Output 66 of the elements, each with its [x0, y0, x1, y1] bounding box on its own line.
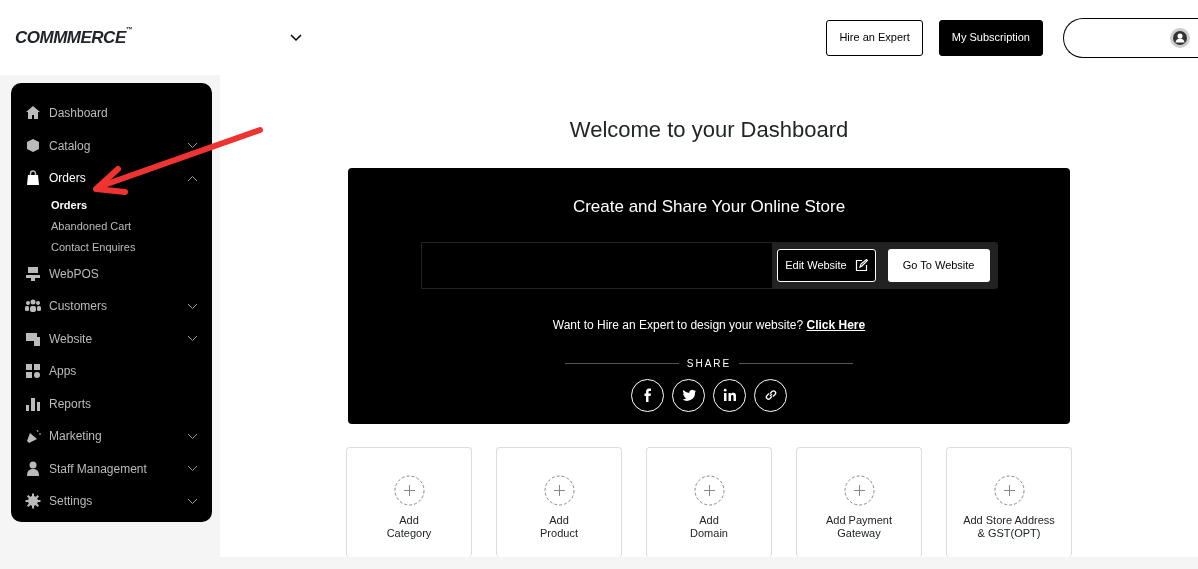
card-label: Add Domain [690, 514, 728, 541]
submenu-item[interactable]: Orders [25, 194, 198, 216]
card-label: Add Payment Gateway [825, 514, 892, 541]
plus-icon [693, 475, 725, 506]
card-label: Add Category [386, 514, 432, 541]
action-card[interactable]: Add Product [496, 447, 622, 557]
subscription-button[interactable]: My Subscription [938, 19, 1043, 56]
go-to-website-button[interactable]: Go To Website [887, 248, 990, 282]
twitter-icon [680, 387, 697, 403]
plus-icon [543, 475, 575, 506]
submenu-item[interactable]: Contact Enquires [25, 236, 198, 258]
chevron-down-icon[interactable] [187, 465, 198, 473]
card-label: Add Product [540, 514, 578, 541]
sidebar-item[interactable]: Catalog [25, 129, 198, 162]
box-icon [25, 137, 41, 154]
action-card[interactable]: Add Payment Gateway [796, 447, 922, 557]
chevron-down-icon[interactable] [187, 432, 198, 440]
settings-icon [25, 493, 41, 510]
sidebar-item[interactable]: Customers [25, 290, 198, 323]
sidebar-item[interactable]: WebPOS [25, 257, 198, 290]
share-button[interactable] [631, 378, 664, 412]
person-icon [25, 460, 41, 477]
panel-title: Create and Share Your Online Store [572, 196, 846, 218]
submenu-item[interactable]: Abandoned Cart [25, 215, 198, 237]
apps-icon [25, 363, 41, 380]
sidebar-item[interactable]: Settings [25, 485, 198, 518]
linkedin-icon [721, 387, 738, 403]
chevron-down-icon[interactable] [187, 142, 198, 150]
share-button[interactable] [713, 378, 746, 412]
megaphone-icon [25, 428, 41, 445]
share-button[interactable] [672, 378, 705, 412]
url-field[interactable] [420, 241, 774, 289]
hire-expert-button[interactable]: Hire an Expert [826, 19, 923, 56]
chevron-up-icon[interactable] [187, 174, 198, 182]
bar-chart-icon [25, 395, 41, 412]
share-button[interactable] [754, 378, 787, 412]
sidebar-item[interactable]: Reports [25, 387, 198, 420]
plus-icon [993, 475, 1025, 506]
home-icon [25, 105, 41, 122]
chevron-down-icon[interactable] [187, 497, 198, 505]
plus-icon [393, 475, 425, 506]
sidebar-item[interactable]: Orders [25, 162, 198, 195]
action-card[interactable]: Add Category [346, 447, 472, 557]
page-title: Welcome to your Dashboard [569, 116, 849, 144]
sidebar-item[interactable]: Marketing [25, 420, 198, 453]
action-card[interactable]: Add Store Address & GST(OPT) [946, 447, 1072, 557]
sidebar-item[interactable]: Apps [25, 355, 198, 388]
sidebar-item[interactable]: Website [25, 322, 198, 355]
chevron-down-icon[interactable] [290, 33, 303, 42]
action-card[interactable]: Add Domain [646, 447, 772, 557]
hire-expert-text: Want to Hire an Expert to design your website? [552, 317, 804, 332]
sidebar-item[interactable]: Dashboard [25, 97, 198, 130]
sidebar-item[interactable]: Staff Management [25, 452, 198, 485]
click-here-link[interactable]: Click Here [806, 317, 866, 332]
shopping-bag-icon [25, 170, 41, 187]
register-icon [25, 265, 41, 282]
people-icon [25, 298, 41, 315]
card-label: Add Store Address & GST(OPT) [963, 514, 1055, 541]
edit-website-button[interactable]: Edit Website [777, 248, 876, 282]
edit-icon [854, 258, 868, 272]
chevron-down-icon[interactable] [187, 335, 198, 343]
monitor-icon [25, 330, 41, 347]
chevron-down-icon[interactable] [187, 302, 198, 310]
plus-icon [843, 475, 875, 506]
user-avatar-icon[interactable] [1170, 27, 1190, 48]
share-label: SHARE [686, 356, 732, 371]
